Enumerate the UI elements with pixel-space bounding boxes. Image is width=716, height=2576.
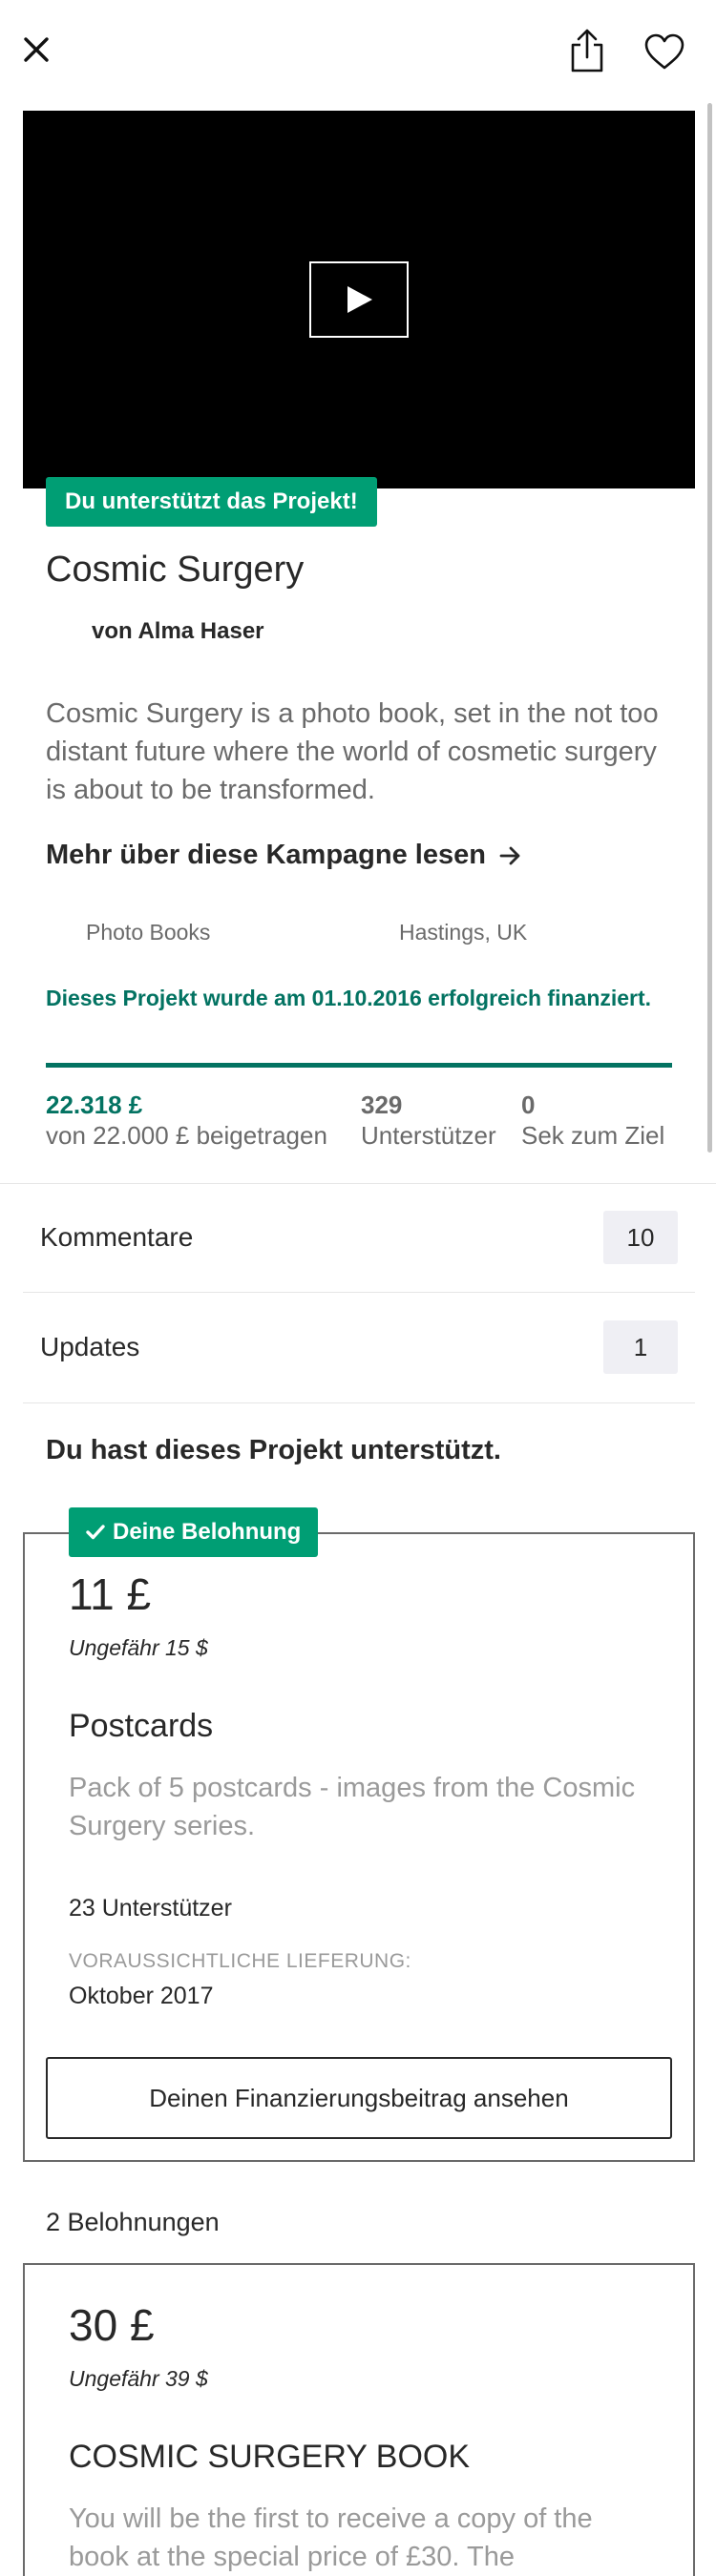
project-category[interactable]: Photo Books <box>86 920 210 945</box>
arrow-right-icon <box>499 846 520 864</box>
favorite-button[interactable] <box>642 31 687 73</box>
updates-count: 1 <box>603 1320 678 1374</box>
reward-title: Postcards <box>69 1708 214 1744</box>
share-icon <box>571 29 603 73</box>
backed-badge: Du unterstützt das Projekt! <box>46 477 377 527</box>
pledged-value: 22.318 £ <box>46 1091 143 1119</box>
your-reward-label: Deine Belohnung <box>113 1519 302 1545</box>
backers-value: 329 <box>361 1091 403 1119</box>
comments-label: Kommentare <box>40 1222 194 1252</box>
rewards-count: 2 Belohnungen <box>46 2208 220 2236</box>
share-button[interactable] <box>565 27 609 74</box>
reward-approx-price: Ungefähr 39 $ <box>69 2366 208 2391</box>
read-more-label: Mehr über diese Kampagne lesen <box>46 840 486 870</box>
close-button[interactable] <box>15 29 57 71</box>
reward-price: 30 £ <box>69 2300 155 2350</box>
updates-label: Updates <box>40 1332 140 1361</box>
play-icon <box>347 286 372 313</box>
funding-progress-bar <box>46 1063 672 1068</box>
reward-backers: 23 Unterstützer <box>69 1895 232 1922</box>
reward-description: You will be the first to receive a copy … <box>69 2503 593 2572</box>
reward-title: COSMIC SURGERY BOOK <box>69 2439 471 2475</box>
stat-backers: 329 Unterstützer <box>361 1090 496 1151</box>
your-reward-badge: Deine Belohnung <box>69 1507 319 1557</box>
time-label: Sek zum Ziel <box>521 1121 665 1150</box>
estimated-delivery-value: Oktober 2017 <box>69 1983 214 2009</box>
project-video[interactable] <box>23 111 695 488</box>
view-pledge-button[interactable]: Deinen Finanzierungsbeitrag ansehen <box>46 2057 672 2139</box>
backed-heading: Du hast dieses Projekt unterstützt. <box>46 1435 501 1465</box>
pledged-label: von 22.000 £ beigetragen <box>46 1121 327 1150</box>
project-location[interactable]: Hastings, UK <box>399 920 527 945</box>
project-title: Cosmic Surgery <box>46 550 305 590</box>
creator-name[interactable]: von Alma Haser <box>92 618 264 645</box>
funded-message: Dieses Projekt wurde am 01.10.2016 erfol… <box>46 986 652 1010</box>
project-blurb: Cosmic Surgery is a photo book, set in t… <box>46 698 659 805</box>
top-bar <box>0 0 716 107</box>
funding-progress-fill <box>46 1063 672 1068</box>
reward-price: 11 £ <box>69 1569 152 1619</box>
play-button[interactable] <box>309 261 409 338</box>
stat-time-left: 0 Sek zum Ziel <box>521 1090 664 1151</box>
time-value: 0 <box>521 1091 536 1119</box>
comments-count: 10 <box>603 1211 678 1264</box>
backers-label: Unterstützer <box>361 1121 496 1150</box>
estimated-delivery-label: VORAUSSICHTLICHE LIEFERUNG: <box>69 1950 411 1972</box>
read-more-link[interactable]: Mehr über diese Kampagne lesen <box>46 840 522 871</box>
scrollbar[interactable] <box>707 103 712 1153</box>
close-icon <box>24 37 49 62</box>
divider <box>23 1402 695 1403</box>
stat-pledged: 22.318 £ von 22.000 £ beigetragen <box>46 1090 327 1151</box>
checkmark-icon <box>86 1525 105 1540</box>
updates-row[interactable]: Updates 1 <box>23 1293 695 1402</box>
heart-icon <box>644 33 684 70</box>
reward-approx-price: Ungefähr 15 $ <box>69 1635 208 1660</box>
reward-description: Pack of 5 postcards - images from the Co… <box>69 1773 636 1841</box>
comments-row[interactable]: Kommentare 10 <box>23 1183 695 1292</box>
